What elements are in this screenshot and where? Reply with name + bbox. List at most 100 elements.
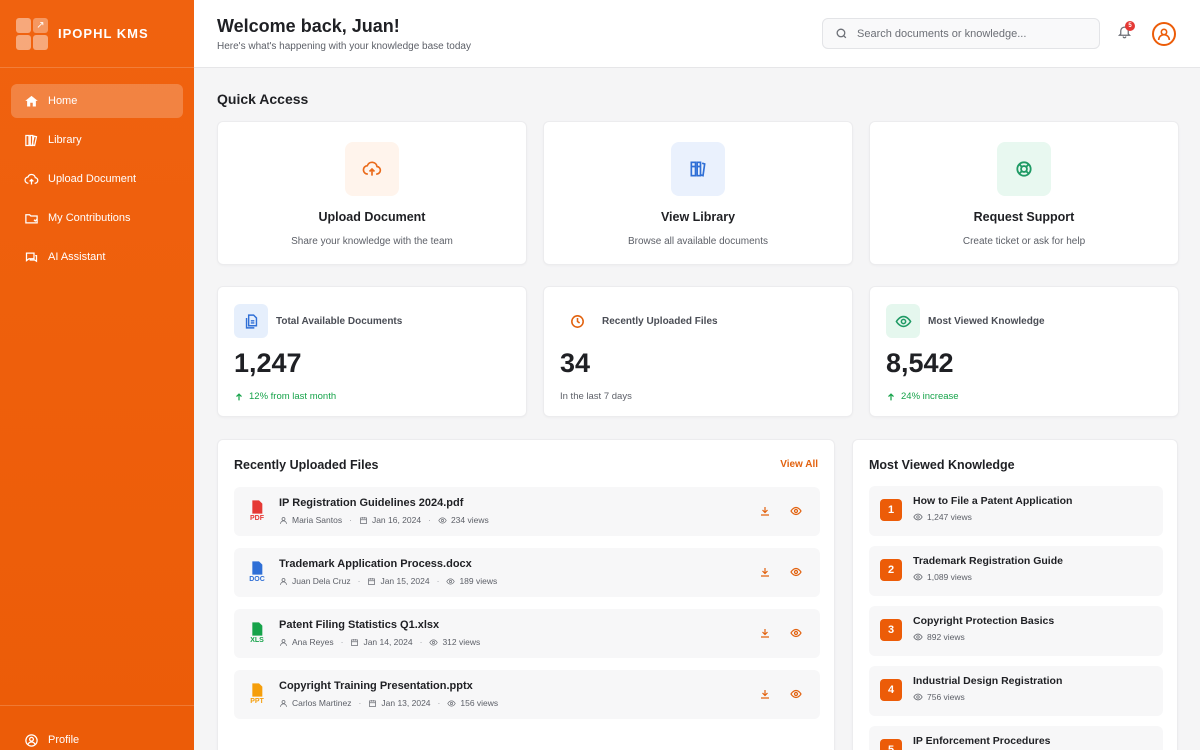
stat-total-documents: Total Available Documents 1,247 12% from… — [217, 286, 527, 417]
eye-icon — [913, 633, 923, 641]
search-input[interactable] — [857, 27, 1077, 40]
list-item[interactable]: 1 How to File a Patent Application 1,247… — [869, 486, 1163, 536]
preview-button[interactable] — [788, 625, 804, 641]
file-row[interactable]: XLS Patent Filing Statistics Q1.xlsx Ana… — [234, 609, 820, 658]
download-button[interactable] — [757, 503, 773, 519]
stat-value: 8,542 — [886, 348, 954, 378]
sidebar-item-upload-document[interactable]: Upload Document — [11, 162, 183, 196]
file-row[interactable]: DOC Trademark Application Process.docx J… — [234, 548, 820, 597]
download-icon — [761, 629, 769, 638]
knowledge-views: 892 views — [913, 632, 965, 642]
user-icon — [280, 516, 287, 524]
notifications-button[interactable]: 5 — [1117, 21, 1135, 42]
file-row[interactable]: PDF IP Registration Guidelines 2024.pdf … — [234, 487, 820, 536]
views-count: 1,089 views — [927, 572, 972, 582]
quick-access-support-card[interactable]: Request Support Create ticket or ask for… — [869, 121, 1179, 265]
knowledge-title[interactable]: Trademark Registration Guide — [913, 555, 1063, 567]
file-name[interactable]: Patent Filing Statistics Q1.xlsx — [279, 619, 439, 631]
notification-badge: 5 — [1125, 21, 1135, 31]
views-count: 1,247 views — [927, 512, 972, 522]
rank-badge: 1 — [880, 499, 902, 521]
recent-files-panel: Recently Uploaded Files View All PDF IP … — [217, 439, 835, 750]
sidebar-footer: Profile — [0, 705, 194, 750]
sidebar-item-my-contributions[interactable]: My Contributions — [11, 201, 183, 235]
calendar-icon — [369, 699, 377, 707]
eye-icon — [790, 689, 802, 699]
file-meta: Maria Santos · Jan 16, 2024 · 234 views — [279, 515, 489, 525]
download-button[interactable] — [757, 686, 773, 702]
calendar-icon — [360, 516, 367, 524]
sidebar-item-ai-assistant[interactable]: AI Assistant — [11, 240, 183, 274]
file-date: Jan 14, 2024 — [363, 637, 413, 647]
list-item[interactable]: 3 Copyright Protection Basics 892 views — [869, 606, 1163, 656]
brand[interactable]: ↗ IPOPHL KMS — [0, 0, 194, 68]
stat-trend: 24% increase — [886, 391, 959, 402]
eye-icon — [913, 573, 923, 581]
arrow-up-icon — [236, 392, 242, 400]
panel-title: Recently Uploaded Files — [234, 458, 379, 472]
quick-access-library-card[interactable]: View Library Browse all available docume… — [543, 121, 853, 265]
doc-file-icon: DOC — [246, 561, 268, 585]
knowledge-views: 1,247 views — [913, 512, 972, 522]
card-title: Upload Document — [318, 210, 426, 224]
views-count: 756 views — [927, 692, 965, 702]
list-item[interactable]: 5 IP Enforcement Procedures — [869, 726, 1163, 750]
search-icon — [836, 28, 847, 39]
preview-button[interactable] — [788, 503, 804, 519]
knowledge-title[interactable]: How to File a Patent Application — [913, 495, 1072, 507]
quick-access-upload-card[interactable]: Upload Document Share your knowledge wit… — [217, 121, 527, 265]
calendar-icon — [351, 638, 359, 646]
list-item[interactable]: 4 Industrial Design Registration 756 vie… — [869, 666, 1163, 716]
download-button[interactable] — [757, 564, 773, 580]
list-item[interactable]: 2 Trademark Registration Guide 1,089 vie… — [869, 546, 1163, 596]
file-meta: Ana Reyes · Jan 14, 2024 · 312 views — [279, 637, 480, 647]
avatar[interactable] — [1152, 22, 1176, 46]
sidebar-item-library[interactable]: Library — [11, 123, 183, 157]
user-icon — [1157, 28, 1171, 41]
download-icon — [761, 507, 769, 516]
card-description: Create ticket or ask for help — [962, 236, 1086, 247]
clock-icon — [560, 304, 594, 338]
file-author: Ana Reyes — [292, 637, 334, 647]
search-box[interactable] — [822, 18, 1100, 49]
sidebar-item-home[interactable]: Home — [11, 84, 183, 118]
preview-button[interactable] — [788, 564, 804, 580]
preview-button[interactable] — [788, 686, 804, 702]
eye-icon — [790, 506, 802, 516]
knowledge-title[interactable]: Copyright Protection Basics — [913, 615, 1054, 627]
file-name[interactable]: IP Registration Guidelines 2024.pdf — [279, 497, 463, 509]
stat-note: In the last 7 days — [560, 391, 632, 402]
eye-icon — [913, 513, 923, 521]
upload-icon — [23, 171, 39, 187]
panel-title: Most Viewed Knowledge — [869, 458, 1015, 472]
sidebar-item-profile[interactable]: Profile — [11, 723, 183, 750]
file-row[interactable]: PPT Copyright Training Presentation.pptx… — [234, 670, 820, 719]
sidebar-item-label: AI Assistant — [48, 251, 106, 263]
file-meta: Carlos Martinez · Jan 13, 2024 · 156 vie… — [279, 698, 498, 708]
eye-icon — [913, 693, 923, 701]
knowledge-views: 756 views — [913, 692, 965, 702]
user-icon — [280, 699, 287, 707]
stat-label: Total Available Documents — [276, 316, 403, 327]
file-views: 189 views — [459, 576, 498, 586]
file-date: Jan 15, 2024 — [380, 576, 430, 586]
page-title: Welcome back, Juan! — [217, 16, 400, 36]
file-author: Carlos Martinez — [292, 698, 352, 708]
rank-badge: 4 — [880, 679, 902, 701]
stat-label: Recently Uploaded Files — [602, 316, 718, 327]
card-description: Browse all available documents — [627, 236, 769, 247]
file-type-label: DOC — [249, 576, 265, 583]
sidebar-item-label: My Contributions — [48, 212, 131, 224]
download-button[interactable] — [757, 625, 773, 641]
knowledge-title[interactable]: Industrial Design Registration — [913, 675, 1062, 687]
sidebar: ↗ IPOPHL KMS Home Library Upload Documen… — [0, 0, 194, 750]
rank-badge: 2 — [880, 559, 902, 581]
view-all-link[interactable]: View All — [780, 459, 818, 470]
file-name[interactable]: Copyright Training Presentation.pptx — [279, 680, 473, 692]
page-subtitle: Here's what's happening with your knowle… — [217, 41, 471, 52]
stat-most-viewed: Most Viewed Knowledge 8,542 24% increase — [869, 286, 1179, 417]
file-name[interactable]: Trademark Application Process.docx — [279, 558, 472, 570]
lifebuoy-icon — [997, 142, 1051, 196]
knowledge-title[interactable]: IP Enforcement Procedures — [913, 735, 1051, 747]
stat-recent-uploads: Recently Uploaded Files 34 In the last 7… — [543, 286, 853, 417]
